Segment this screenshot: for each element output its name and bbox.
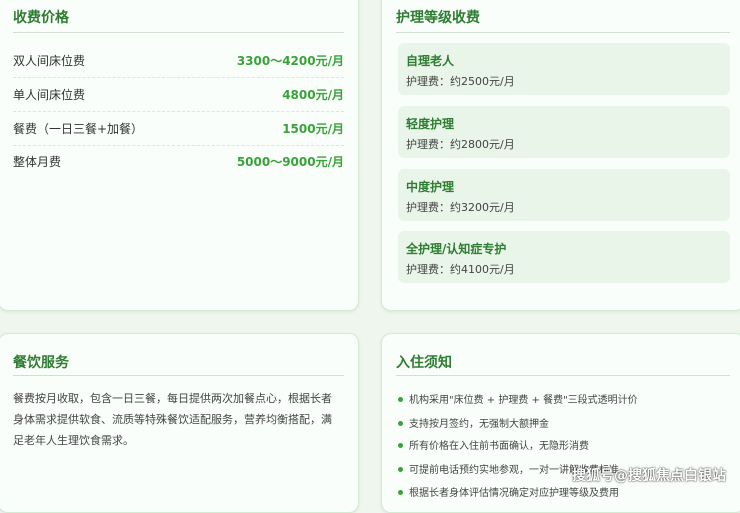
care-level-name: 自理老人 bbox=[406, 54, 455, 68]
care-level-name: 全护理/认知症专护 bbox=[406, 242, 507, 256]
notice-item: 所有价格在入住前书面确认，无隐形消费 bbox=[398, 437, 734, 452]
price-value: 4800元/月 bbox=[282, 88, 344, 102]
price-label: 餐费（一日三餐+加餐） bbox=[13, 122, 144, 136]
care-levels-title: 护理等级收费 bbox=[396, 10, 480, 26]
notice-item: 机构采用"床位费 + 护理费 + 餐费"三段式透明计价 bbox=[398, 391, 734, 406]
title-divider bbox=[13, 32, 344, 33]
bullet-icon bbox=[398, 466, 403, 472]
notice-text: 支持按月签约，无强制大额押金 bbox=[409, 419, 549, 430]
dining-description: 餐费按月收取，包含一日三餐，每日提供两次加餐点心，根据长者身体需求提供软食、流质… bbox=[13, 392, 332, 447]
bullet-icon bbox=[398, 420, 403, 426]
bullet-icon bbox=[398, 396, 403, 402]
care-level-self: 自理老人 护理费：约2500元/月 bbox=[398, 43, 730, 95]
watermark: 搜狐号@搜狐焦点白银站 bbox=[572, 468, 726, 484]
notice-text: 机构采用"床位费 + 护理费 + 餐费"三段式透明计价 bbox=[409, 395, 638, 406]
care-level-name: 中度护理 bbox=[406, 180, 455, 194]
dining-card: 餐饮服务 餐费按月收取，包含一日三餐，每日提供两次加餐点心，根据长者身体需求提供… bbox=[0, 333, 359, 513]
price-row-total: 整体月费 5000～9000元/月 bbox=[13, 145, 344, 178]
care-level-name: 轻度护理 bbox=[406, 117, 455, 131]
fees-title: 收费价格 bbox=[13, 10, 69, 26]
title-divider bbox=[396, 32, 730, 33]
price-label: 单人间床位费 bbox=[13, 88, 86, 102]
bullet-icon bbox=[398, 489, 403, 495]
title-divider bbox=[13, 375, 344, 376]
notice-title: 入住须知 bbox=[396, 355, 452, 371]
notice-card: 入住须知 机构采用"床位费 + 护理费 + 餐费"三段式透明计价 支持按月签约，… bbox=[381, 333, 740, 513]
care-levels-card: 护理等级收费 自理老人 护理费：约2500元/月 轻度护理 护理费：约2800元… bbox=[381, 0, 740, 311]
care-level-fee: 护理费：约2800元/月 bbox=[406, 138, 515, 151]
price-label: 整体月费 bbox=[13, 155, 62, 169]
care-level-fee: 护理费：约4100元/月 bbox=[406, 263, 515, 276]
notice-text: 根据长者身体评估情况确定对应护理等级及费用 bbox=[409, 488, 619, 499]
price-value: 5000～9000元/月 bbox=[236, 155, 344, 169]
price-value: 3300～4200元/月 bbox=[236, 54, 344, 68]
price-label: 双人间床位费 bbox=[13, 54, 86, 68]
price-row-double: 双人间床位费 3300～4200元/月 bbox=[13, 44, 344, 78]
notice-item: 根据长者身体评估情况确定对应护理等级及费用 bbox=[398, 484, 734, 499]
care-level-light: 轻度护理 护理费：约2800元/月 bbox=[398, 106, 730, 158]
care-level-fee: 护理费：约3200元/月 bbox=[406, 201, 515, 214]
notice-text: 所有价格在入住前书面确认，无隐形消费 bbox=[409, 441, 589, 452]
care-level-full: 全护理/认知症专护 护理费：约4100元/月 bbox=[398, 231, 730, 283]
title-divider bbox=[396, 375, 730, 376]
dining-title: 餐饮服务 bbox=[13, 355, 69, 371]
care-level-moderate: 中度护理 护理费：约3200元/月 bbox=[398, 169, 730, 221]
fees-card: 收费价格 双人间床位费 3300～4200元/月 单人间床位费 4800元/月 … bbox=[0, 0, 359, 311]
bullet-icon bbox=[398, 442, 403, 448]
price-value: 1500元/月 bbox=[282, 122, 344, 136]
care-level-fee: 护理费：约2500元/月 bbox=[406, 75, 515, 88]
price-row-meals: 餐费（一日三餐+加餐） 1500元/月 bbox=[13, 112, 344, 146]
price-row-single: 单人间床位费 4800元/月 bbox=[13, 78, 344, 112]
notice-item: 支持按月签约，无强制大额押金 bbox=[398, 415, 734, 430]
